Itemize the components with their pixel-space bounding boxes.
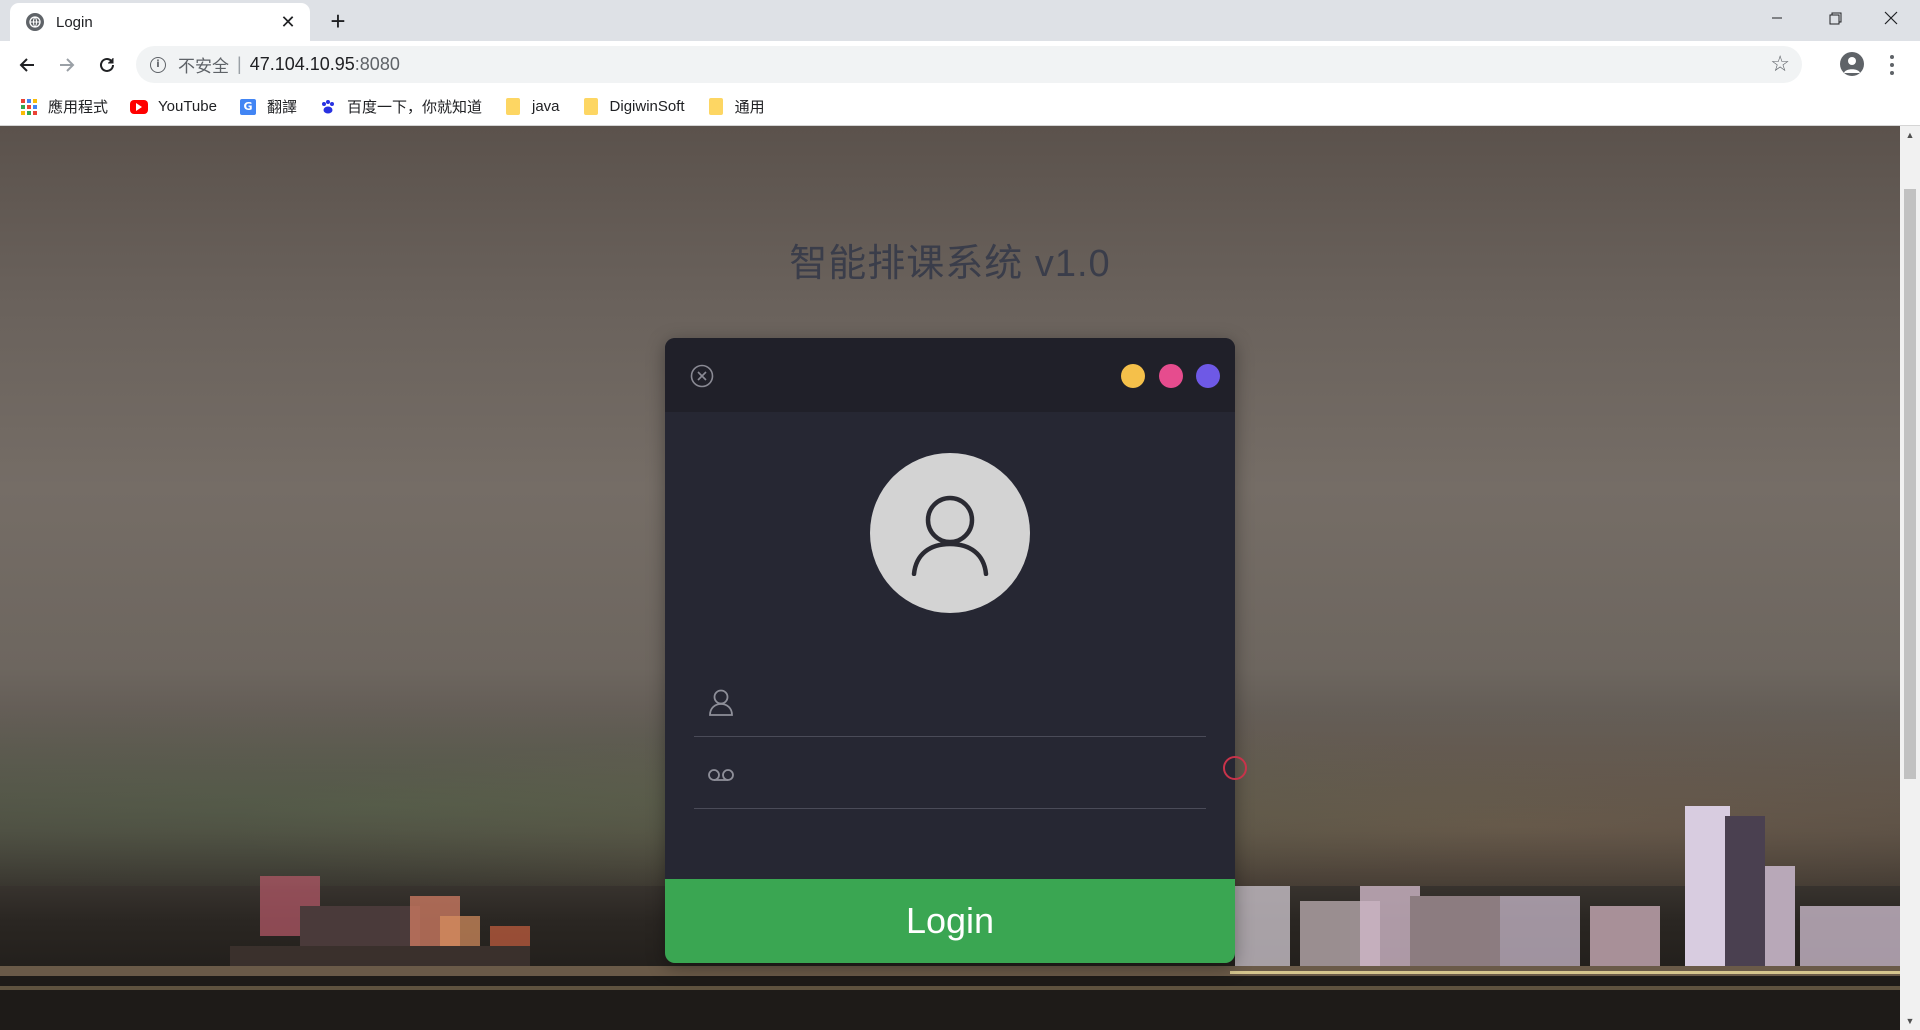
address-bar[interactable]: i 不安全 | 47.104.10.95 :8080 ☆ [136, 46, 1802, 83]
username-field [694, 665, 1206, 737]
user-icon [911, 495, 989, 576]
url-port: :8080 [354, 54, 400, 74]
bookmark-label: YouTube [158, 98, 217, 115]
close-window-button[interactable] [1862, 0, 1920, 36]
login-button[interactable]: Login [665, 879, 1235, 963]
folder-icon [707, 98, 725, 116]
status-ring-icon [1223, 756, 1247, 780]
page-title: 智能排课系统 v1.0 [789, 243, 1111, 285]
bookmark-folder-digiwinsoft[interactable]: DigiwinSoft [582, 98, 685, 116]
user-outline-icon [709, 689, 733, 716]
apps-grid-icon [20, 98, 38, 116]
bookmark-youtube[interactable]: YouTube [130, 98, 217, 116]
tab-strip: Login ✕ + [0, 0, 1920, 41]
arrow-right-icon [60, 58, 75, 72]
bookmarks-bar: 應用程式 YouTube G 翻譯 百度一下，你就知道 java Digiwin… [0, 88, 1920, 126]
login-card: Login [665, 338, 1235, 963]
bookmark-star-icon[interactable]: ☆ [1770, 53, 1790, 75]
bookmark-label: DigiwinSoft [609, 98, 685, 115]
reload-icon [100, 57, 114, 72]
browser-toolbar: i 不安全 | 47.104.10.95 :8080 ☆ [0, 41, 1920, 88]
youtube-icon [130, 98, 149, 116]
password-input[interactable] [754, 751, 1198, 797]
purple-dot[interactable] [1196, 364, 1220, 388]
translate-icon: G [239, 98, 257, 116]
password-field [694, 737, 1206, 809]
info-icon[interactable]: i [150, 56, 166, 73]
yellow-dot[interactable] [1121, 364, 1145, 388]
reload-button[interactable] [93, 51, 121, 79]
browser-menu-icon[interactable] [1884, 51, 1900, 79]
user-avatar [870, 453, 1030, 613]
username-input[interactable] [754, 679, 1198, 725]
browser-tab[interactable]: Login ✕ [10, 3, 310, 41]
bookmark-apps[interactable]: 應用程式 [20, 96, 108, 117]
scrollbar-thumb[interactable] [1904, 189, 1916, 779]
profile-avatar-icon[interactable] [1840, 52, 1864, 76]
address-divider: | [237, 54, 242, 74]
globe-icon [26, 13, 44, 31]
arrow-left-icon [19, 58, 34, 72]
scroll-down-arrow-icon[interactable]: ▼ [1900, 1012, 1920, 1030]
close-icon [1884, 11, 1898, 25]
minimize-button[interactable] [1748, 0, 1806, 36]
restore-button[interactable] [1806, 0, 1864, 36]
forward-button[interactable] [53, 51, 81, 79]
bookmark-label: 翻譯 [266, 99, 297, 116]
security-label: 不安全 [178, 57, 229, 76]
new-tab-button[interactable]: + [324, 8, 352, 36]
bookmark-label: 通用 [734, 99, 765, 116]
baidu-paw-icon [319, 98, 337, 116]
bookmark-folder-java[interactable]: java [504, 98, 560, 116]
minimize-icon [1772, 17, 1782, 19]
close-circle-icon[interactable] [690, 364, 714, 388]
key-icon [708, 769, 734, 781]
back-button[interactable] [13, 51, 41, 79]
folder-icon [582, 98, 600, 116]
bookmark-baidu[interactable]: 百度一下，你就知道 [319, 96, 482, 117]
folder-icon [504, 98, 522, 116]
bookmark-label: 百度一下，你就知道 [346, 99, 482, 116]
page-scrollbar[interactable]: ▲ ▼ [1900, 126, 1920, 1030]
login-card-header [665, 338, 1235, 412]
tab-close-icon[interactable]: ✕ [278, 12, 298, 32]
bookmark-label: java [532, 98, 560, 115]
bookmark-translate[interactable]: G 翻譯 [239, 96, 297, 117]
tab-title: Login [56, 13, 93, 31]
bookmark-label: 應用程式 [48, 99, 109, 116]
url-host: 47.104.10.95 [249, 54, 355, 74]
bookmark-folder-general[interactable]: 通用 [707, 96, 765, 117]
restore-icon [1829, 12, 1841, 24]
pink-dot[interactable] [1159, 364, 1183, 388]
scroll-up-arrow-icon[interactable]: ▲ [1900, 126, 1920, 144]
